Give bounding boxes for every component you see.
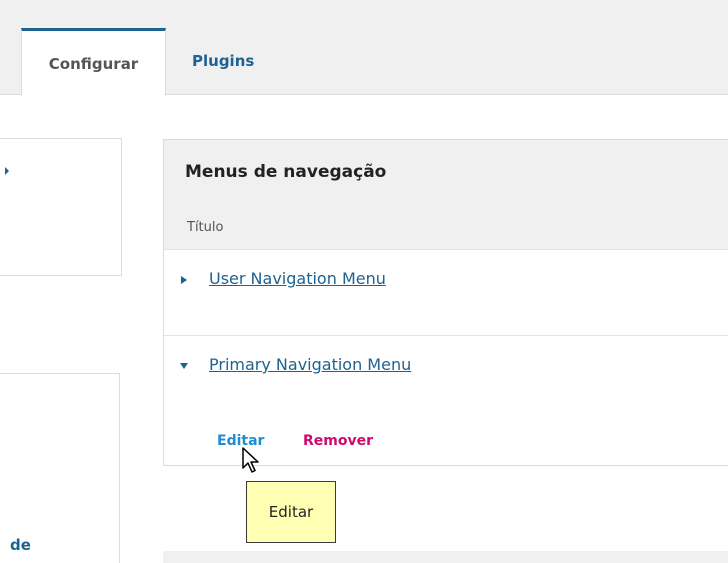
panel-title: Menus de navegação <box>185 162 387 182</box>
list-item-user-navigation-menu: User Navigation Menu <box>164 250 728 336</box>
primary-navigation-menu-link[interactable]: Primary Navigation Menu <box>209 355 411 374</box>
column-header-title: Título <box>187 220 224 235</box>
sidebar-link-partial[interactable]: de <box>10 536 31 554</box>
sidebar-arrow-icon[interactable] <box>5 167 9 175</box>
remove-button[interactable]: Remover <box>303 433 373 449</box>
next-panel-edge <box>163 551 728 563</box>
panel-header: Menus de navegação Título <box>164 140 728 250</box>
navigation-menus-panel: Menus de navegação Título User Navigatio… <box>163 139 728 466</box>
sidebar-box-top <box>0 138 122 276</box>
collapse-triangle-down-icon[interactable] <box>180 363 188 369</box>
user-navigation-menu-link[interactable]: User Navigation Menu <box>209 269 386 288</box>
expand-triangle-right-icon[interactable] <box>181 276 187 284</box>
tab-configurar[interactable]: Configurar <box>21 28 166 96</box>
mouse-pointer-icon <box>242 447 259 473</box>
tooltip-edit: Editar <box>246 481 336 543</box>
sidebar-box-bottom <box>0 373 120 563</box>
tab-bar: Configurar Plugins <box>0 0 728 96</box>
tab-plugins[interactable]: Plugins <box>192 28 254 94</box>
